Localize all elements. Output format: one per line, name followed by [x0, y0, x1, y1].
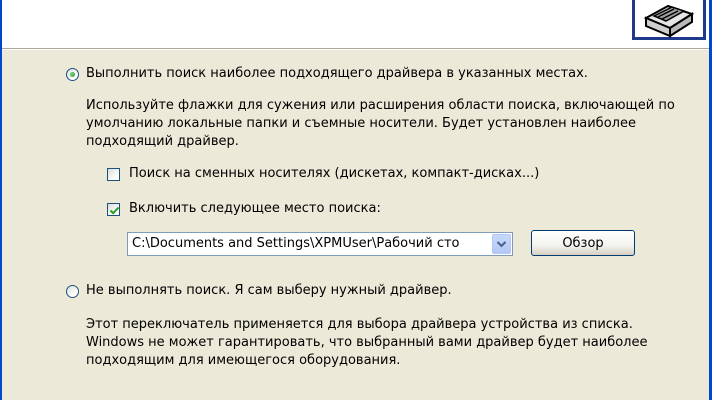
search-option-description: Используйте флажки для сужения или расши… — [86, 98, 675, 149]
manual-driver-label[interactable]: Не выполнять поиск. Я сам выберу нужный … — [86, 283, 452, 299]
hardware-wizard-icon — [632, 0, 706, 40]
include-location-checkbox[interactable] — [107, 203, 120, 216]
combobox-dropdown-button[interactable] — [492, 234, 511, 254]
window-frame-left — [0, 0, 2, 400]
radio-selected-dot — [70, 72, 75, 77]
chevron-down-icon — [496, 241, 507, 248]
include-location-label[interactable]: Включить следующее место поиска: — [129, 201, 381, 217]
header-divider — [0, 48, 712, 50]
checkmark-icon — [109, 206, 120, 215]
search-best-driver-label[interactable]: Выполнить поиск наиболее подходящего дра… — [86, 66, 588, 82]
manual-option-description: Этот переключатель применяется для выбор… — [86, 317, 648, 368]
manual-driver-radio[interactable] — [66, 285, 79, 298]
browse-button[interactable]: Обзор — [531, 230, 635, 256]
removable-media-checkbox[interactable] — [107, 168, 120, 181]
search-best-driver-radio[interactable] — [66, 68, 79, 81]
wizard-header — [0, 0, 712, 48]
search-location-value[interactable]: C:\Documents and Settings\XPMUser\Рабочи… — [132, 236, 488, 252]
search-location-combobox[interactable]: C:\Documents and Settings\XPMUser\Рабочи… — [127, 232, 513, 256]
removable-media-label[interactable]: Поиск на сменных носителях (дискетах, ко… — [129, 166, 539, 182]
